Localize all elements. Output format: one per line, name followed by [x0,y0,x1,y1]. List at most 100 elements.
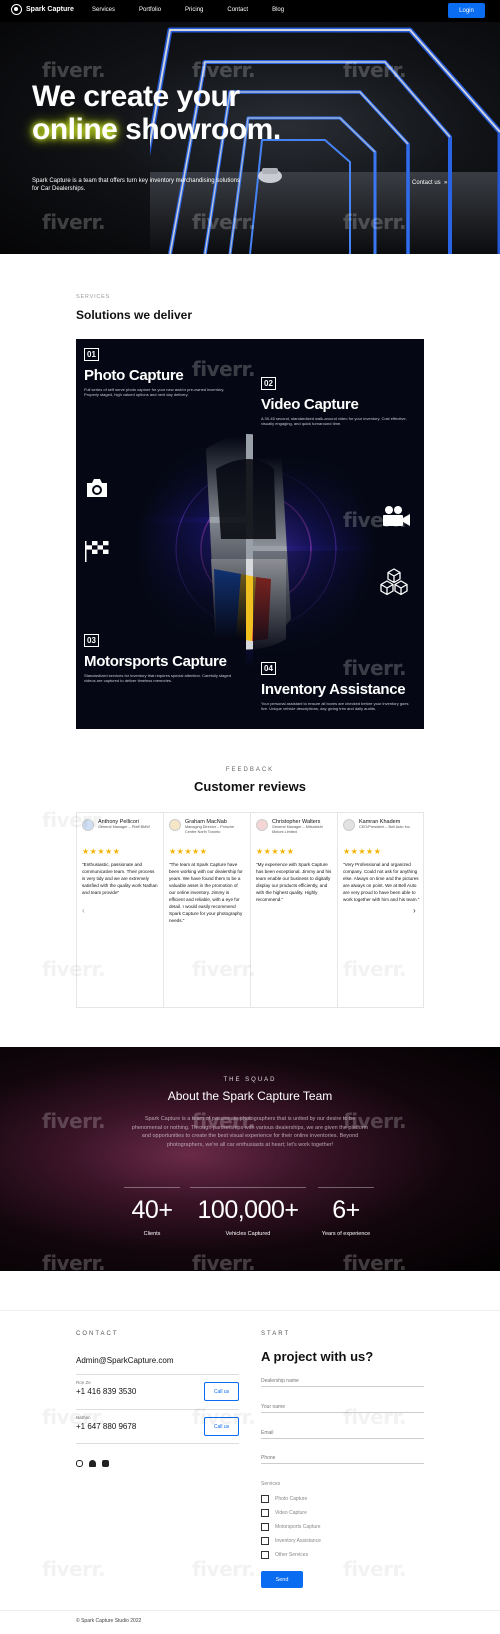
watermark: fiverr. [343,58,407,82]
stat-vehicles: 100,000+ Vehicles Captured [190,1187,306,1237]
home-icon[interactable] [89,1460,96,1467]
star-rating: ★★★★★ [343,847,382,856]
project-title: A project with us? [261,1349,374,1364]
hero-headline-line2: online showroom. [32,113,281,146]
review-card: Christopher Walters General Manager – Mit… [251,813,338,1007]
checkbox[interactable] [261,1551,269,1559]
watermark: fiverr. [343,1251,407,1271]
nav-link-blog[interactable]: Blog [272,7,284,13]
service-description: Full series of self serve photo capture … [84,387,225,397]
option-label: Other Services [275,1552,309,1558]
watermark: fiverr. [192,1251,256,1271]
login-button[interactable]: Login [448,3,485,18]
service-option[interactable]: Inventory Assistance [261,1537,321,1545]
service-title: Video Capture [261,396,359,413]
stat-value: 6+ [332,1196,360,1224]
porsche-logo [169,819,181,831]
service-card-inventory[interactable]: 04 Inventory Assistance Your personal as… [253,551,424,729]
send-button[interactable]: Send [261,1571,303,1588]
reviewer-role: General Manager – Mitsubishi Motors Limi… [272,825,323,834]
watermark: fiverr. [343,656,407,680]
bell-auto-logo [343,819,355,831]
watermark: fiverr. [42,210,106,234]
dealership-name-field[interactable] [261,1375,424,1387]
brand-name: Spark Capture [26,6,74,13]
top-nav: Spark Capture Services Portfolio Pricing… [0,0,500,22]
contact-email[interactable]: Admin@SparkCapture.com [76,1356,174,1365]
star-rating: ★★★★★ [169,847,208,856]
watermark: fiverr. [192,1405,256,1429]
service-title: Motorsports Capture [84,653,227,670]
squad-kicker: THE SQUAD [223,1077,277,1083]
nav-link-contact[interactable]: Contact [227,7,248,13]
stat-value: 100,000+ [197,1196,299,1224]
service-option[interactable]: Video Capture [261,1509,307,1517]
service-title: Photo Capture [84,367,184,384]
service-number: 03 [84,634,99,647]
service-card-motorsports[interactable]: 03 Motorsports Capture Standardized serv… [76,523,246,700]
nav-link-services[interactable]: Services [92,7,115,13]
contact-person: Ron Ze +1 416 839 3530 Call us [76,1374,239,1409]
stat-label: Vehicles Captured [225,1231,271,1237]
watermark: fiverr. [42,1405,106,1429]
contact-us-link[interactable]: Contact us » [412,180,447,186]
watermark: fiverr. [42,1251,106,1271]
instagram-icon[interactable] [76,1460,83,1467]
option-label: Inventory Assistance [275,1538,321,1544]
watermark: fiverr. [42,957,106,981]
brand-logo[interactable]: Spark Capture [11,4,74,15]
watermark: fiverr. [42,58,106,82]
services-kicker: SERVICES [76,294,111,300]
contact-social-links [76,1460,109,1467]
reviewer-role: CEO/President – Bell Auto Inc. [359,825,411,829]
watermark: fiverr. [192,357,256,381]
watermark: fiverr. [192,58,256,82]
chevron-right-icon[interactable]: › [413,906,416,915]
service-number: 01 [84,348,99,361]
review-text: "My experience with Spark Capture has be… [256,862,332,902]
footer-divider [0,1610,500,1611]
nav-link-portfolio[interactable]: Portfolio [139,7,161,13]
contact-us-label: Contact us [412,180,441,186]
hero-headline-rest: showroom. [117,113,281,146]
checkbox[interactable] [261,1509,269,1517]
star-rating: ★★★★★ [256,847,295,856]
hero-subtitle: Spark Capture is a team that offers turn… [32,178,240,192]
reviews-title: Customer reviews [194,779,306,794]
call-us-button[interactable]: Call us [204,1382,239,1401]
checkbox[interactable] [261,1523,269,1531]
phone-field[interactable] [261,1452,424,1464]
service-option[interactable]: Motorsports Capture [261,1523,321,1531]
checkbox[interactable] [261,1495,269,1503]
watermark: fiverr. [42,1109,106,1133]
services-title: Solutions we deliver [76,308,193,322]
double-chevron-right-icon: » [442,180,448,186]
watermark: fiverr. [343,210,407,234]
stat-label: Clients [143,1231,161,1237]
watermark: fiverr. [343,508,407,532]
nav-links: Services Portfolio Pricing Contact Blog [92,7,308,13]
stat-label: Years of experience [321,1231,371,1237]
checkered-flag-icon [85,541,109,562]
checkbox[interactable] [261,1537,269,1545]
service-option[interactable]: Other Services [261,1551,308,1559]
camera-icon [87,479,107,497]
service-description: Standardized services for inventory that… [84,673,231,683]
hero-highlight-word: online [32,113,118,146]
about-team-section: fiverr. fiverr. fiverr. fiverr. fiverr. … [0,1047,500,1271]
option-label: Photo Capture [275,1496,308,1502]
option-label: Motorsports Capture [275,1524,321,1530]
watermark: fiverr. [343,1405,407,1429]
service-description: Your personal assistant to ensure all bo… [261,701,409,711]
service-option[interactable]: Photo Capture [261,1495,307,1503]
stat-value: 40+ [131,1196,173,1224]
nav-link-pricing[interactable]: Pricing [185,7,203,13]
reviewer-role: Managing Director – Porsche Centre North… [185,825,235,834]
watermark: fiverr. [192,1557,256,1581]
services-label: Services [261,1481,281,1487]
squad-description: Spark Capture is a team of passionate ph… [131,1116,369,1148]
chevron-left-icon[interactable]: ‹ [82,906,85,915]
divider [0,1310,500,1311]
watermark: fiverr. [192,210,256,234]
linkedin-icon[interactable] [102,1460,109,1467]
